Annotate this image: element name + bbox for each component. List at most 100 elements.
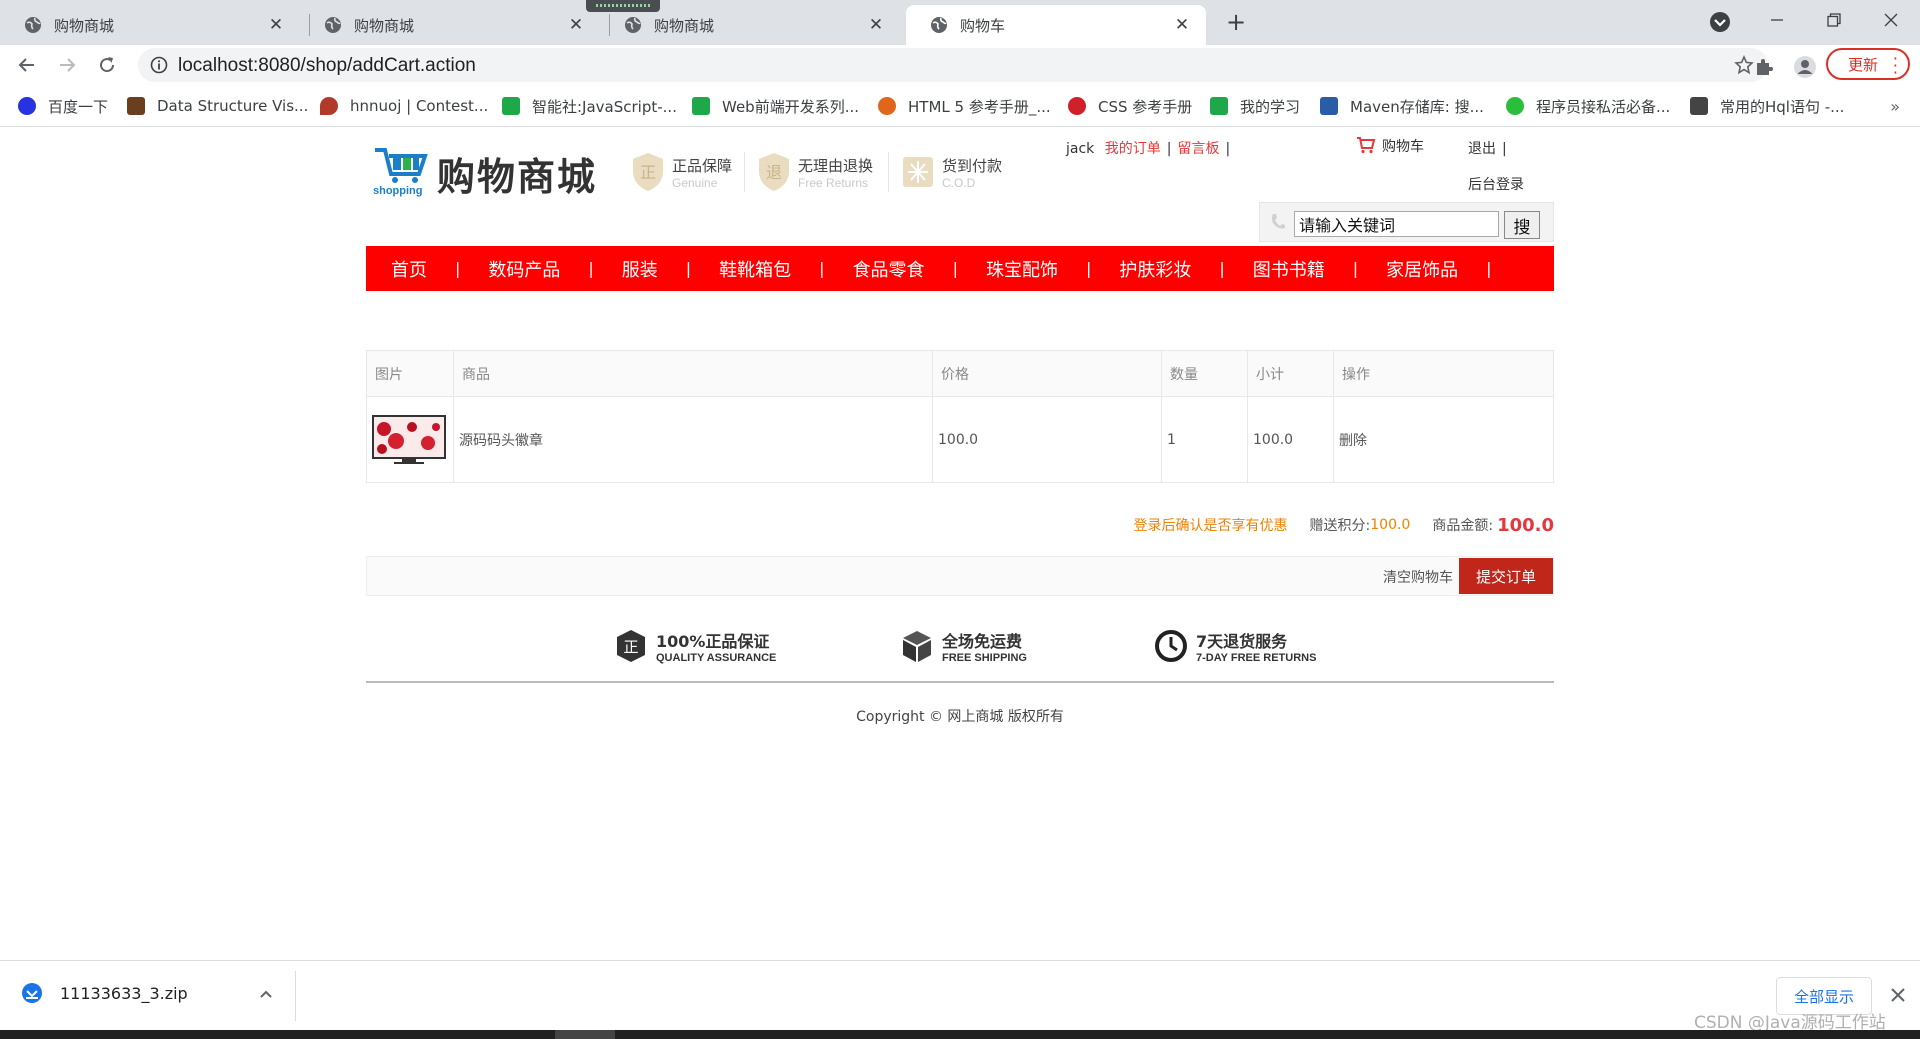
login-discount-hint: 登录后确认是否享有优惠 <box>1133 518 1288 534</box>
product-subtotal: 100.0 <box>1247 396 1334 483</box>
product-name[interactable]: 源码码头徽章 <box>453 396 933 483</box>
points-label: 赠送积分: <box>1309 518 1371 534</box>
amount-value: 100.0 <box>1497 514 1554 536</box>
quality-badge-icon: 正 <box>617 630 645 662</box>
new-tab-button[interactable]: + <box>1222 9 1250 37</box>
close-icon[interactable]: ✕ <box>866 15 886 35</box>
shield-genuine-icon: 正 <box>633 153 663 191</box>
promise-subtitle: C.O.D <box>942 175 976 190</box>
bookmark-green-icon <box>502 97 520 115</box>
restore-button[interactable] <box>1805 0 1863 40</box>
my-orders-link[interactable]: 我的订单 <box>1105 141 1161 157</box>
download-item[interactable]: 11133633_3.zip <box>20 981 188 1005</box>
globe-icon <box>625 17 641 33</box>
nav-item-jewelry[interactable]: 珠宝配饰 <box>986 256 1058 282</box>
update-button[interactable]: 更新 · · · <box>1826 48 1910 81</box>
puzzle-icon[interactable] <box>1754 57 1774 77</box>
bookmark-star-icon[interactable] <box>1734 55 1754 75</box>
promise-subtitle: Genuine <box>672 175 718 190</box>
pipe-separator: | <box>1225 141 1231 157</box>
tab-title: 购物商城 <box>354 16 415 35</box>
nav-item-cosmetics[interactable]: 护肤彩妆 <box>1119 256 1191 282</box>
bookmark-item[interactable]: 智能社:JavaScript-... <box>502 93 677 119</box>
browser-tab-active[interactable]: 购物车 ✕ <box>906 5 1206 45</box>
nav-item-clothing[interactable]: 服装 <box>622 256 658 282</box>
svg-text:退: 退 <box>766 163 782 182</box>
svg-text:正: 正 <box>623 638 638 656</box>
table-header-row: 图片 商品 价格 数量 小计 操作 <box>366 350 1554 397</box>
nav-item-digital[interactable]: 数码产品 <box>488 256 560 282</box>
wechat-icon <box>1506 97 1524 115</box>
logout-link[interactable]: 退出 <box>1468 141 1496 157</box>
bookmark-green-icon <box>692 97 710 115</box>
bookmark-item[interactable]: HTML 5 参考手册_... <box>878 93 1051 119</box>
globe-icon <box>25 17 41 33</box>
close-icon[interactable] <box>1888 985 1908 1005</box>
pin-icon <box>320 97 338 115</box>
admin-login-link[interactable]: 后台登录 <box>1468 177 1524 193</box>
forward-button[interactable] <box>53 51 81 79</box>
product-thumbnail[interactable] <box>372 414 446 465</box>
address-bar[interactable]: localhost:8080/shop/addCart.action <box>138 48 1768 82</box>
chevron-up-icon[interactable] <box>258 986 274 1002</box>
service-title: 7天退货服务 <box>1196 632 1288 651</box>
category-nav: 首页 | 数码产品 | 服装 | 鞋靴箱包 | 食品零食 | 珠宝配饰 | 护肤彩妆 | 图书… <box>366 246 1554 291</box>
nav-item-books[interactable]: 图书书籍 <box>1253 256 1325 282</box>
nav-item-home[interactable]: 首页 <box>391 256 427 282</box>
bookmark-item[interactable]: 百度一下 <box>18 93 108 119</box>
data-structure-icon <box>127 97 145 115</box>
tab-title: 购物商城 <box>54 16 115 35</box>
cart-link[interactable]: 购物车 <box>1356 136 1424 156</box>
chevron-double-right-icon[interactable]: » <box>1890 97 1900 116</box>
cart-link-label: 购物车 <box>1382 139 1424 155</box>
url-text: localhost:8080/shop/addCart.action <box>178 55 476 76</box>
minimize-button[interactable] <box>1748 0 1806 40</box>
delete-item-link[interactable]: 删除 <box>1339 433 1367 449</box>
browser-tab-1[interactable]: 购物商城 ✕ <box>0 5 300 45</box>
close-icon[interactable]: ✕ <box>266 15 286 35</box>
cart-action-bar: 清空购物车 提交订单 <box>366 556 1554 596</box>
bookmark-item[interactable]: Web前端开发系列... <box>692 93 859 119</box>
close-icon <box>1884 13 1898 27</box>
taskbar-strip <box>0 1030 1920 1039</box>
search-input[interactable] <box>1294 211 1499 237</box>
nav-item-food[interactable]: 食品零食 <box>853 256 925 282</box>
nav-separator: | <box>819 259 825 278</box>
nav-separator: | <box>1219 259 1225 278</box>
message-board-link[interactable]: 留言板 <box>1177 141 1219 157</box>
pipe-separator: | <box>1502 141 1507 157</box>
bookmark-item[interactable]: Maven存储库: 搜... <box>1320 93 1484 119</box>
search-button[interactable]: 搜 <box>1504 211 1540 239</box>
service-returns: 7天退货服务 7-DAY FREE RETURNS <box>1154 624 1316 668</box>
back-button[interactable] <box>13 51 41 79</box>
shop-page: shopping 购物商城 正 正品保障 Genuine 退 无理由退换 Free … <box>0 128 1920 953</box>
site-logo[interactable]: shopping 购物商城 <box>373 144 603 199</box>
browser-tab-2[interactable]: 购物商城 ✕ <box>300 5 600 45</box>
close-icon[interactable]: ✕ <box>566 15 586 35</box>
info-icon[interactable] <box>150 56 168 74</box>
minimize-icon <box>1771 19 1783 21</box>
browser-tab-3[interactable]: 购物商城 ✕ <box>600 5 900 45</box>
bookmark-item[interactable]: hnnuoj | Contest... <box>320 93 488 119</box>
nav-item-shoes-bags[interactable]: 鞋靴箱包 <box>719 256 791 282</box>
promise-subtitle: Free Returns <box>798 175 869 190</box>
nav-item-home-decor[interactable]: 家居饰品 <box>1386 256 1458 282</box>
column-header-price: 价格 <box>932 350 1162 397</box>
bookmark-item[interactable]: 程序员接私活必备... <box>1506 93 1670 119</box>
bookmark-label: CSS 参考手册 <box>1098 97 1193 116</box>
bookmark-item[interactable]: 我的学习 <box>1210 93 1300 119</box>
profile-avatar-icon[interactable] <box>1793 55 1817 79</box>
bookmark-item[interactable]: Data Structure Vis... <box>127 93 308 119</box>
submit-order-button[interactable]: 提交订单 <box>1459 558 1553 594</box>
product-quantity: 1 <box>1161 396 1248 483</box>
reload-button[interactable] <box>93 51 121 79</box>
nav-separator: | <box>952 259 958 278</box>
promise-title: 无理由退换 <box>798 156 874 175</box>
clear-cart-link[interactable]: 清空购物车 <box>1383 567 1453 587</box>
copyright-text: Copyright © 网上商城 版权所有 <box>856 709 1064 725</box>
close-icon[interactable]: ✕ <box>1172 15 1192 35</box>
tab-search-icon[interactable] <box>1708 10 1732 34</box>
close-window-button[interactable] <box>1862 0 1920 40</box>
bookmark-item[interactable]: 常用的Hql语句 -... <box>1690 93 1844 119</box>
bookmark-item[interactable]: CSS 参考手册 <box>1068 93 1192 119</box>
